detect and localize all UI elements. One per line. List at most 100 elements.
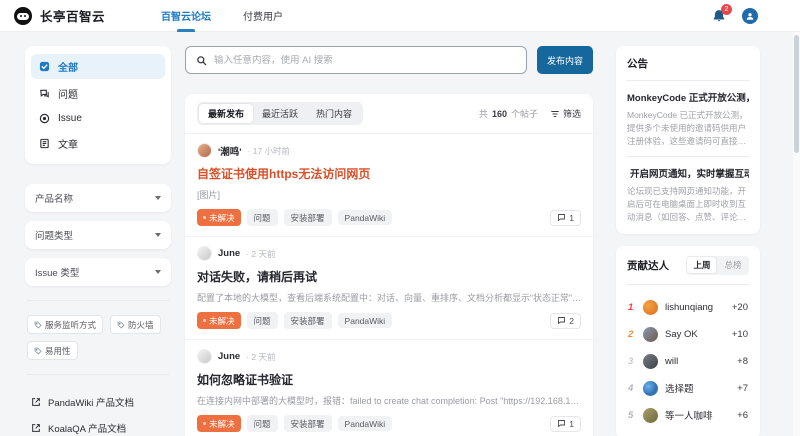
post-author-avatar[interactable]	[197, 143, 212, 158]
contributor-score: +6	[737, 409, 748, 421]
post-title[interactable]: 对话失败，请稍后再试	[197, 268, 581, 285]
announcement-body: MonkeyCode 已正式开放公测，提供多个未使用的邀请码供用户注册体验，这些…	[627, 110, 748, 146]
sidebar-item-issue[interactable]: Issue	[31, 108, 165, 129]
post-author-avatar[interactable]	[197, 349, 212, 364]
contributor-row[interactable]: 2 Say OK +10	[627, 321, 749, 348]
tab-last-week[interactable]: 上周	[687, 257, 717, 273]
contributor-row[interactable]: 1 lishunqiang +20	[627, 294, 749, 321]
post-author-name[interactable]: '潮鸣'	[218, 144, 242, 158]
contributor-score: +7	[737, 382, 748, 394]
tag-icon	[117, 321, 125, 329]
chat-bubbles-icon	[39, 88, 50, 99]
post-item[interactable]: June · 2 天前 如何忽略证书验证 在连接内网中部署的大模型时，报错：fa…	[185, 339, 593, 436]
post-feed-card: 最新发布 最近活跃 热门内容 共 160 个帖子 筛选 '潮鸣' · 17 小时…	[185, 94, 593, 436]
contributor-name[interactable]: 选择题	[665, 381, 730, 395]
record-circle-icon	[39, 113, 50, 124]
question-type-select[interactable]: 问题类型	[25, 221, 171, 249]
chevron-down-icon	[155, 270, 161, 274]
announcement-title[interactable]: MonkeyCode 正式开放公测，邀...	[627, 90, 749, 104]
post-tag[interactable]: PandaWiki	[337, 416, 393, 431]
user-avatar[interactable]	[742, 7, 758, 24]
issue-type-select[interactable]: Issue 类型	[25, 258, 171, 286]
post-title[interactable]: 如何忽略证书验证	[197, 371, 581, 388]
contributor-name[interactable]: 等一人咖啡	[665, 408, 730, 422]
comment-count-pill: 2	[550, 312, 581, 329]
notification-count-badge: 2	[721, 3, 732, 15]
sidebar-item-label: 问题	[58, 90, 78, 101]
post-item[interactable]: June · 2 天前 对话失败，请稍后再试 配置了本地的大模型，查看后端系统配…	[185, 236, 593, 339]
tab-popular[interactable]: 热门内容	[307, 104, 361, 123]
contributor-row[interactable]: 3 will +8	[627, 348, 749, 375]
rank-number: 1	[628, 301, 634, 313]
tag-chip[interactable]: 服务监听方式	[27, 315, 104, 334]
post-tag[interactable]: 安装部署	[283, 415, 332, 432]
post-author-name[interactable]: June	[218, 351, 240, 362]
page-scrollbar[interactable]	[793, 32, 800, 436]
tab-latest[interactable]: 最新发布	[199, 104, 254, 123]
tag-chip-label: 易用性	[45, 345, 71, 356]
announcement-item[interactable]: MonkeyCode 正式开放公测，邀... MonkeyCode 已正式开放公…	[627, 90, 749, 147]
post-tag[interactable]: 问题	[246, 312, 278, 329]
contributor-name[interactable]: lishunqiang	[665, 302, 725, 313]
select-label: 问题类型	[35, 231, 74, 242]
post-tag[interactable]: 安装部署	[283, 312, 332, 329]
post-tag[interactable]: PandaWiki	[337, 210, 393, 225]
search-input[interactable]	[214, 54, 516, 66]
contributor-avatar	[643, 380, 658, 396]
post-author-avatar[interactable]	[197, 246, 212, 261]
post-excerpt: [图片]	[197, 190, 221, 200]
announcement-title[interactable]: 开启网页通知，实时掌握互动...	[627, 166, 749, 180]
notification-bell-icon[interactable]: 2	[712, 3, 732, 23]
contributors-panel: 贡献达人 上周 总榜 1 lishunqiang +20 2 Say OK +1…	[616, 245, 760, 436]
tag-chip[interactable]: 防火墙	[110, 315, 161, 334]
comment-icon	[558, 214, 566, 222]
post-excerpt: 配置了本地的大模型，查看后端系统配置中：对话、向量、重排序、文档分析都显示“状态…	[197, 293, 581, 303]
sidebar-item-label: Issue	[58, 113, 82, 124]
tag-chip-list: 服务监听方式 防火墙 易用性	[25, 315, 171, 360]
tab-recently-active[interactable]: 最近活跃	[253, 104, 307, 123]
comment-icon	[558, 420, 566, 428]
nav-tab-paid-users[interactable]: 付费用户	[227, 0, 299, 32]
feed-sort-tabs: 最新发布 最近活跃 热门内容	[197, 102, 364, 125]
doc-link-koalaqa[interactable]: KoalaQA 产品文档	[27, 415, 169, 436]
post-count: 160	[491, 108, 507, 119]
filter-label: 筛选	[562, 109, 581, 119]
brand-logo-icon[interactable]	[14, 6, 32, 25]
app-header: 长亭百智云 百智云论坛 付费用户 2	[0, 0, 800, 32]
doc-link-label: PandaWiki 产品文档	[48, 398, 135, 409]
product-name-select[interactable]: 产品名称	[25, 184, 171, 212]
post-tag[interactable]: 问题	[246, 415, 278, 432]
filter-button[interactable]: 筛选	[550, 107, 581, 120]
sidebar-item-label: 全部	[58, 63, 78, 74]
post-title[interactable]: 自签证书使用https无法访问网页	[197, 165, 581, 182]
sidebar-item-articles[interactable]: 文章	[31, 131, 165, 156]
sidebar-item-label: 文章	[58, 140, 78, 151]
scrollbar-thumb[interactable]	[794, 35, 799, 153]
post-author-name[interactable]: June	[218, 248, 240, 259]
tag-chip[interactable]: 易用性	[27, 341, 78, 360]
announcement-item[interactable]: 开启网页通知，实时掌握互动... 论坛现已支持网页通知功能，开启后可在电脑桌面上…	[627, 166, 749, 223]
doc-link-pandawiki[interactable]: PandaWiki 产品文档	[27, 389, 169, 415]
contributor-name[interactable]: will	[665, 356, 730, 367]
contributor-avatar	[643, 407, 658, 423]
contributor-score: +20	[731, 301, 748, 313]
post-tag[interactable]: 安装部署	[283, 209, 332, 226]
announcements-panel: 公告 MonkeyCode 正式开放公测，邀... MonkeyCode 已正式…	[616, 46, 760, 234]
post-tag[interactable]: PandaWiki	[337, 313, 393, 328]
tab-overall[interactable]: 总榜	[718, 257, 747, 273]
contributors-tabs: 上周 总榜	[685, 255, 749, 275]
sidebar-item-questions[interactable]: 问题	[31, 81, 165, 106]
contributor-row[interactable]: 5 等一人咖啡 +6	[627, 402, 749, 429]
brand-title: 长亭百智云	[40, 10, 106, 24]
sidebar-item-all[interactable]: 全部	[31, 54, 165, 79]
contributor-name[interactable]: Say OK	[665, 329, 725, 340]
status-badge-unsolved: 未解决	[197, 209, 241, 226]
contributor-row[interactable]: 4 选择题 +7	[627, 375, 749, 402]
publish-content-button[interactable]: 发布内容	[536, 46, 593, 74]
tag-chip-label: 服务监听方式	[45, 319, 97, 330]
post-tag[interactable]: 问题	[246, 209, 278, 226]
post-item[interactable]: '潮鸣' · 17 小时前 自签证书使用https无法访问网页 [图片] 未解决…	[185, 133, 593, 236]
tag-chip-label: 防火墙	[128, 319, 154, 330]
tag-icon	[34, 321, 42, 329]
nav-tab-forum[interactable]: 百智云论坛	[145, 0, 227, 32]
